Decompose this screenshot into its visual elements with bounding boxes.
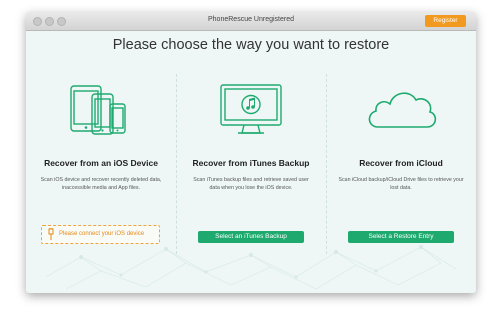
itunes-monitor-icon (220, 84, 282, 134)
option-description: Scan iCloud backup/iCloud Drive files to… (338, 177, 464, 191)
option-icloud: Recover from iCloud Scan iCloud backup/i… (326, 72, 476, 272)
select-restore-entry-button[interactable]: Select a Restore Entry (348, 231, 454, 243)
option-ios-device: Recover from an iOS Device Scan iOS devi… (26, 72, 176, 272)
option-description: Scan iOS device and recover recently del… (40, 177, 162, 191)
connect-device-prompt: Please connect your iOS device (41, 225, 160, 244)
option-title: Recover from iTunes Backup (192, 158, 310, 168)
option-description: Scan iTunes backup files and retrieve sa… (193, 177, 309, 191)
iphone-ipad-devices-icon (70, 85, 126, 135)
register-button[interactable]: Register (425, 15, 466, 27)
option-title: Recover from an iOS Device (44, 158, 158, 168)
page-title: Please choose the way you want to restor… (112, 37, 390, 53)
cloud-icon (368, 92, 437, 128)
select-itunes-backup-button[interactable]: Select an iTunes Backup (198, 231, 304, 243)
option-title: Recover from iCloud (359, 158, 443, 168)
window-title: PhoneRescue Unregistered (208, 16, 294, 23)
title-bar: PhoneRescue Unregistered Register (26, 12, 476, 31)
connect-device-label: Please connect your iOS device (59, 231, 145, 237)
usb-cable-icon (48, 228, 54, 240)
option-itunes-backup: Recover from iTunes Backup Scan iTunes b… (176, 72, 326, 272)
app-window: PhoneRescue Unregistered Register Please… (26, 12, 476, 293)
